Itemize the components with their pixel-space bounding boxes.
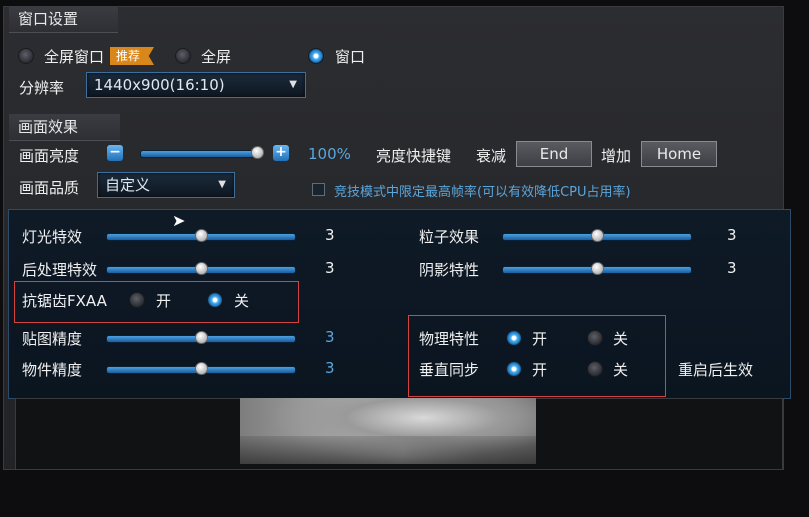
minus-icon[interactable]: − [107,145,123,161]
resolution-value: 1440x900(16:10) [94,76,225,94]
texture-label: 贴图精度 [22,330,83,348]
resolution-label: 分辨率 [19,79,65,97]
shadows-value: 3 [727,259,737,277]
shadows-label: 阴影特性 [419,261,480,279]
lighting-slider-thumb[interactable] [195,229,208,242]
objects-label: 物件精度 [22,361,83,379]
brightness-label: 画面亮度 [19,147,80,165]
mouse-cursor-icon: ➤ [172,211,186,230]
lighting-label: 灯光特效 [22,228,83,246]
window-section-header: 窗口设置 [9,6,118,33]
particles-label: 粒子效果 [419,228,480,246]
post-processing-slider[interactable] [106,262,296,275]
objects-slider-thumb[interactable] [195,362,208,375]
vsync-label: 垂直同步 [419,361,480,379]
shadows-slider-thumb[interactable] [591,262,604,275]
physics-on-label[interactable]: 开 [532,328,547,349]
vsync-off-label[interactable]: 关 [613,359,628,380]
brightness-slider-thumb[interactable] [251,146,264,159]
recommended-badge: 推荐 [110,47,155,65]
restart-note: 重启后生效 [678,361,754,379]
lighting-value: 3 [325,226,335,244]
window-mode-radio[interactable] [308,48,324,64]
fullscreen-label[interactable]: 全屏 [201,46,231,67]
physics-off-radio[interactable] [587,330,603,346]
fxaa-off-label[interactable]: 关 [234,290,249,311]
post-processing-value: 3 [325,259,335,277]
physics-label: 物理特性 [419,330,480,348]
hotkey-label: 亮度快捷键 [376,147,452,165]
shadows-slider[interactable] [502,262,692,275]
objects-value: 3 [325,359,335,377]
fxaa-on-radio[interactable] [129,292,145,308]
quality-dropdown[interactable]: 自定义 ▼ [97,172,235,198]
limit-fps-checkbox[interactable] [312,183,325,196]
effects-section-header: 画面效果 [9,114,120,141]
fullscreen-window-radio[interactable] [18,48,34,64]
preview-image [240,398,536,464]
decrease-key-button[interactable]: End [516,141,592,167]
vsync-off-radio[interactable] [587,361,603,377]
particles-slider[interactable] [502,229,692,242]
vsync-on-radio[interactable] [506,361,522,377]
particles-slider-thumb[interactable] [591,229,604,242]
texture-slider-thumb[interactable] [195,331,208,344]
increase-label: 增加 [601,147,632,165]
plus-icon[interactable]: + [273,145,289,161]
quality-value: 自定义 [105,176,151,194]
vsync-on-label[interactable]: 开 [532,359,547,380]
fullscreen-radio[interactable] [175,48,191,64]
resolution-dropdown[interactable]: 1440x900(16:10) ▼ [86,72,306,98]
fullscreen-window-label[interactable]: 全屏窗口 [44,46,104,67]
texture-slider[interactable] [106,331,296,344]
chevron-down-icon: ▼ [289,79,297,90]
increase-key-button[interactable]: Home [641,141,717,167]
physics-on-radio[interactable] [506,330,522,346]
window-mode-label[interactable]: 窗口 [335,46,365,67]
post-processing-label: 后处理特效 [22,261,98,279]
brightness-value: 100% [308,145,351,163]
chevron-down-icon: ▼ [218,179,226,190]
limit-fps-label[interactable]: 竞技模式中限定最高帧率(可以有效降低CPU占用率) [334,181,631,200]
decrease-label: 衰减 [476,147,507,165]
brightness-slider[interactable] [140,146,264,159]
fxaa-off-radio[interactable] [207,292,223,308]
objects-slider[interactable] [106,362,296,375]
physics-off-label[interactable]: 关 [613,328,628,349]
lighting-slider[interactable] [106,229,296,242]
quality-label: 画面品质 [19,179,80,197]
texture-value: 3 [325,328,335,346]
fxaa-label: 抗锯齿FXAA [22,292,107,310]
post-processing-slider-thumb[interactable] [195,262,208,275]
fxaa-on-label[interactable]: 开 [156,290,171,311]
particles-value: 3 [727,226,737,244]
